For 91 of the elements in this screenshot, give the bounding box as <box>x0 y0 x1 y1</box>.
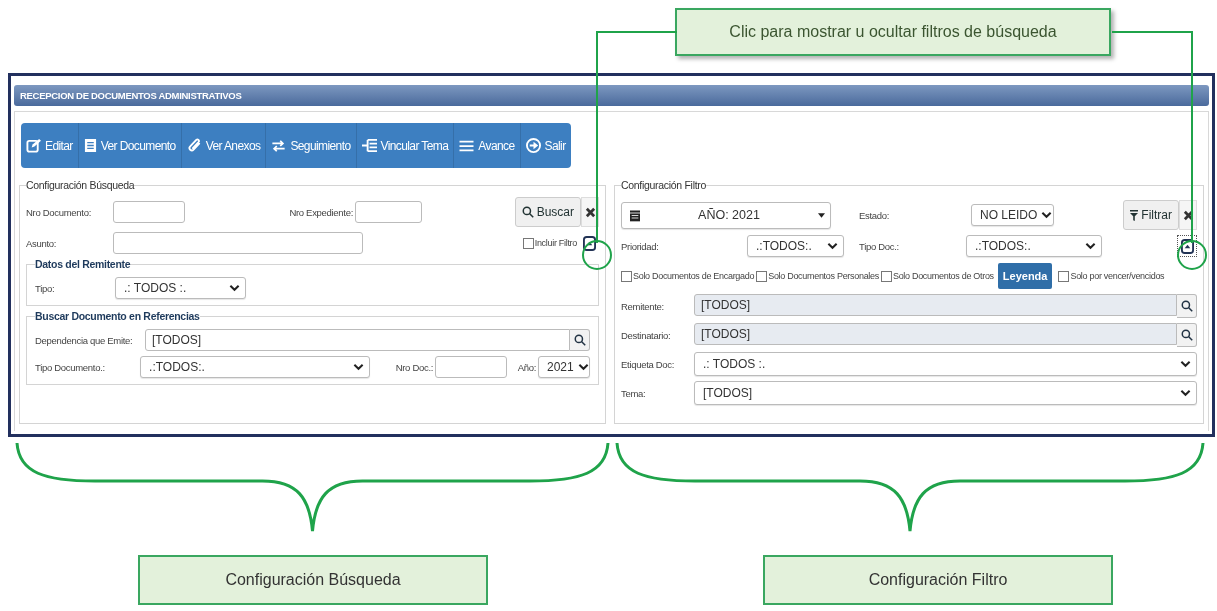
text-field[interactable] <box>113 232 363 254</box>
toolbar-button[interactable]: Ver Documento <box>78 123 182 168</box>
paperclip-icon <box>186 138 202 153</box>
panel-legend: Configuración Búsqueda <box>26 179 135 191</box>
checkbox-label: Solo por vencer/vencidos <box>1070 271 1165 281</box>
legend-button[interactable]: Leyenda <box>997 263 1053 289</box>
field-label: Año: <box>516 361 537 373</box>
field-label: Nro Doc.: <box>394 361 435 373</box>
field-label: Etiqueta Doc: <box>621 358 676 370</box>
lookup-field[interactable]: [TODOS] <box>145 329 570 351</box>
field-label: Asunto: <box>26 237 58 249</box>
calendar-icon <box>630 208 640 222</box>
search-icon <box>521 206 534 218</box>
filter-button[interactable]: Filtrar <box>1123 200 1179 230</box>
search-button[interactable]: Buscar <box>514 197 581 227</box>
panel-legend: Configuración Filtro <box>621 179 707 191</box>
close-icon <box>584 206 596 218</box>
panel-legend: Datos del Remitente <box>35 258 131 270</box>
field-label: Tipo Documento.: <box>35 361 106 373</box>
toggle-filters-button[interactable] <box>1177 235 1197 257</box>
link-tree-icon <box>361 138 377 153</box>
field-label: Estado: <box>859 209 891 221</box>
toolbar-button[interactable]: Editar <box>21 123 79 168</box>
text-field[interactable] <box>113 201 185 223</box>
edit-icon <box>26 138 41 153</box>
field-label: Nro Expediente: <box>288 206 354 218</box>
text-field[interactable] <box>435 356 508 378</box>
search-icon <box>1180 300 1193 312</box>
chevron-down-icon <box>1041 211 1053 219</box>
dropdown[interactable]: .:TODOS:. <box>140 356 370 378</box>
dropdown[interactable]: [TODOS] <box>694 381 1197 405</box>
highlight-ring <box>582 240 612 270</box>
field-label: Prioridad: <box>621 240 660 252</box>
document-icon <box>83 138 97 153</box>
field-label: Tipo: <box>35 282 56 294</box>
chevron-down-icon <box>1180 360 1191 368</box>
checkbox[interactable] <box>756 270 768 282</box>
search-button[interactable] <box>570 329 590 351</box>
highlight-ring <box>1177 240 1207 270</box>
caret-icon <box>818 212 825 218</box>
search-icon <box>573 334 586 346</box>
window-title: RECEPCION DE DOCUMENTOS ADMINISTRATIVOS <box>14 85 1209 106</box>
chevron-down-icon <box>1085 242 1096 250</box>
dropdown[interactable]: 2021 <box>538 356 590 378</box>
panel-legend: Buscar Documento en Referencias <box>35 310 200 322</box>
checkbox-label: Solo Documentos de Encargado <box>633 271 755 281</box>
annotation-label: Configuración Filtro <box>763 555 1113 605</box>
chevron-down-icon <box>229 284 240 292</box>
chevron-down-icon <box>353 363 364 371</box>
field-label: Destinatario: <box>621 329 672 341</box>
field-label: Tipo Doc.: <box>859 240 900 252</box>
dropdown[interactable]: AÑO: 2021 <box>621 201 831 229</box>
funnel-icon <box>1130 208 1139 222</box>
checkbox[interactable] <box>880 270 892 282</box>
callout-box: Clic para mostrar u ocultar filtros de búsqueda <box>675 8 1111 56</box>
dropdown[interactable]: .: TODOS :. <box>115 277 246 299</box>
dropdown[interactable]: .:TODOS:. <box>747 235 844 257</box>
dropdown[interactable]: .:TODOS:. <box>966 235 1102 257</box>
lookup-field[interactable]: [TODOS] <box>694 323 1177 345</box>
lookup-field[interactable]: [TODOS] <box>694 294 1177 316</box>
toolbar-button[interactable]: Salir <box>520 123 571 168</box>
toolbar-button[interactable]: Seguimiento <box>266 123 357 168</box>
search-icon <box>1180 329 1193 341</box>
checkbox[interactable] <box>522 237 534 249</box>
swap-arrows-icon <box>271 138 287 153</box>
exit-icon <box>525 138 541 153</box>
toolbar-button[interactable]: Ver Anexos <box>181 123 267 168</box>
field-label: Dependencia que Emite: <box>35 334 134 346</box>
checkbox[interactable] <box>1058 270 1070 282</box>
chevron-down-icon <box>1180 389 1191 397</box>
chevron-down-icon <box>827 242 838 250</box>
search-button[interactable] <box>1177 294 1197 318</box>
list-icon <box>459 138 475 153</box>
close-icon <box>1182 209 1194 221</box>
checkbox[interactable] <box>621 270 632 282</box>
field-label: Remitente: <box>621 300 665 312</box>
annotation-label: Configuración Búsqueda <box>138 555 488 605</box>
toolbar-button[interactable]: Vincular Tema <box>356 123 455 168</box>
collapse-icon <box>1180 238 1194 254</box>
checkbox-label: Solo Documentos de Otros <box>892 271 994 281</box>
dropdown[interactable]: NO LEIDO <box>971 204 1054 226</box>
search-button[interactable] <box>1177 323 1197 347</box>
chevron-down-icon <box>577 363 589 371</box>
checkbox-label: Solo Documentos Personales <box>768 271 879 281</box>
dropdown[interactable]: .: TODOS :. <box>694 352 1197 376</box>
field-label: Tema: <box>621 387 647 399</box>
text-field[interactable] <box>355 201 422 223</box>
field-label: Nro Documento: <box>26 206 92 218</box>
toolbar-button[interactable]: Avance <box>454 123 521 168</box>
collapse-icon <box>582 235 596 251</box>
checkbox-label: Incluir Filtro <box>534 238 577 248</box>
